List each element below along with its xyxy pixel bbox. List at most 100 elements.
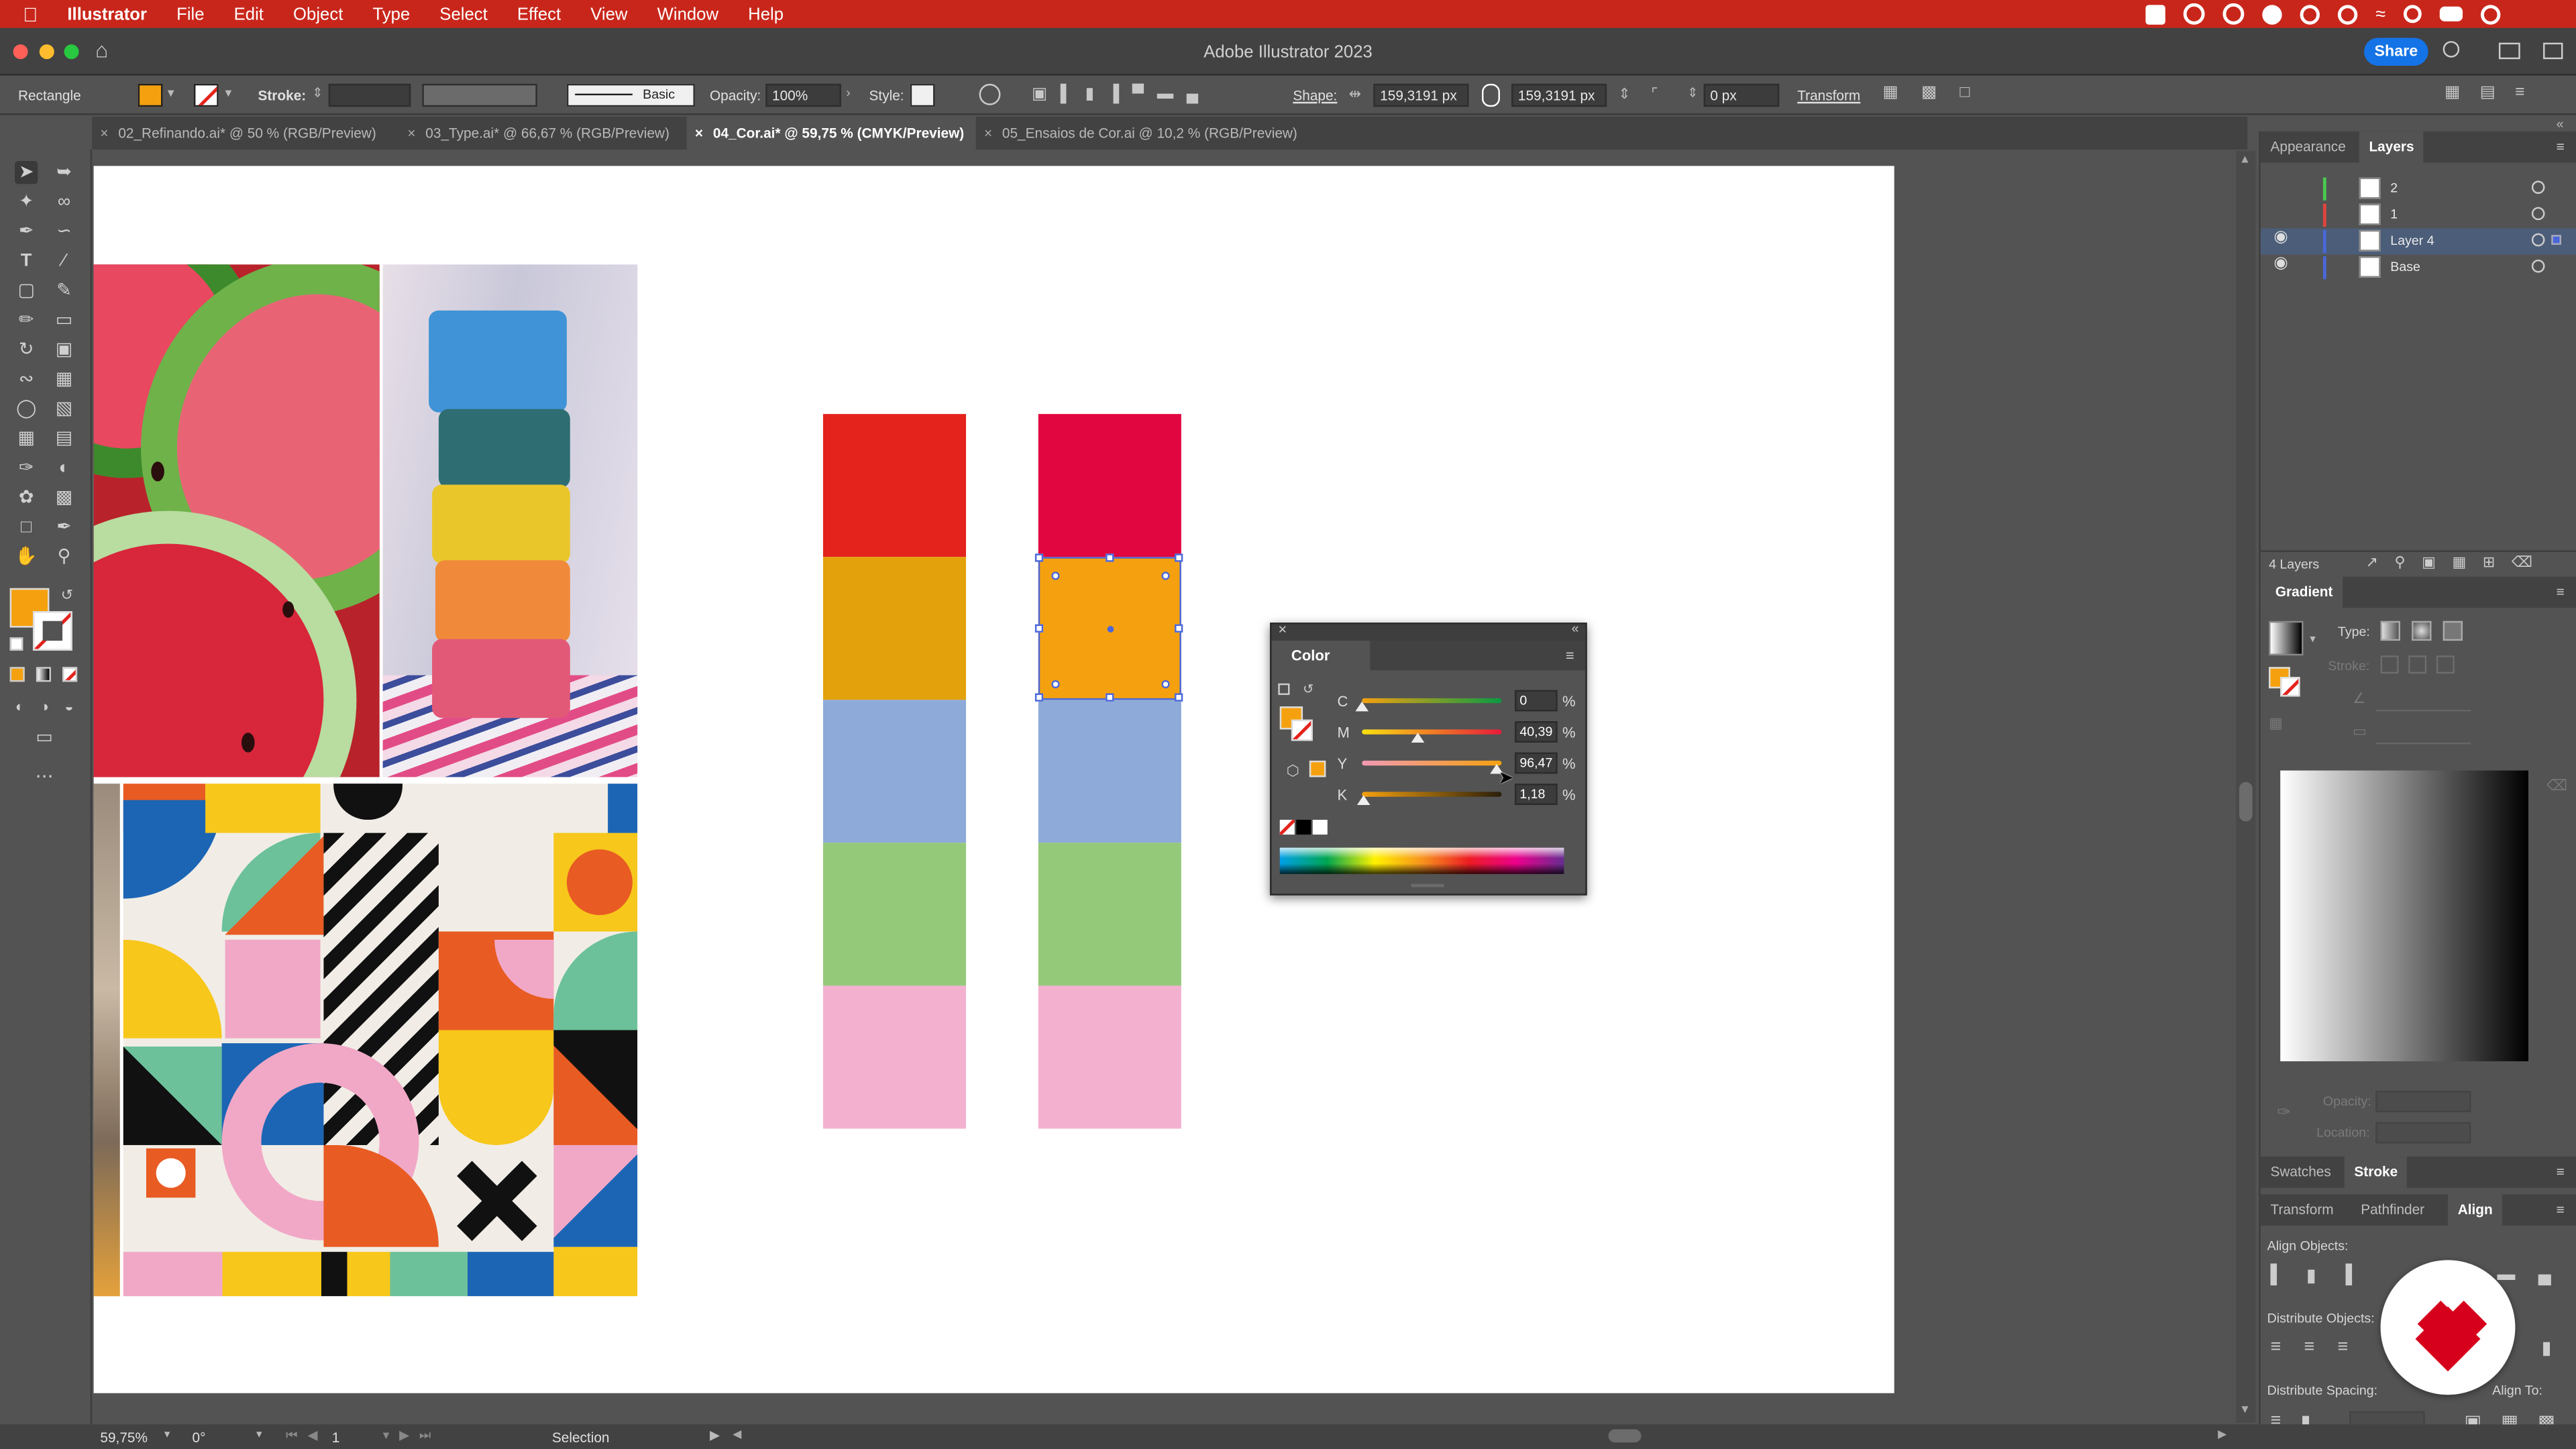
swatch-ochre[interactable] bbox=[822, 557, 967, 700]
panel-toggle-icon[interactable] bbox=[2543, 42, 2563, 60]
menu-edit[interactable]: Edit bbox=[219, 4, 278, 23]
magic-wand-tool-icon[interactable]: ✦ bbox=[15, 191, 38, 213]
corner-widget[interactable] bbox=[1051, 572, 1060, 580]
gradient-ramp-preview[interactable] bbox=[2280, 770, 2529, 1062]
swap-fill-stroke-icon[interactable]: ↺ bbox=[61, 586, 73, 604]
layer-name[interactable]: 2 bbox=[2390, 180, 2398, 195]
acrobat-icon[interactable] bbox=[2145, 4, 2165, 24]
scroll-left-arrow-icon[interactable]: ◀ bbox=[733, 1428, 741, 1441]
gradient-stroke-swatch[interactable] bbox=[2280, 676, 2300, 697]
close-panel-icon[interactable]: × bbox=[1278, 621, 1287, 637]
gradient-mode-icon[interactable] bbox=[36, 667, 51, 682]
corner-widget[interactable] bbox=[1161, 572, 1170, 580]
target-icon[interactable] bbox=[2531, 259, 2545, 273]
resize-handle[interactable] bbox=[1106, 553, 1114, 562]
gradient-panel-link-icon[interactable]: ▦ bbox=[2269, 714, 2283, 733]
layer-name[interactable]: 1 bbox=[2390, 207, 2398, 222]
pen-tool-icon[interactable]: ✒ bbox=[15, 220, 38, 243]
layer-row-base[interactable]: ◉ Base bbox=[2261, 255, 2576, 281]
align-panel-icon[interactable]: ▣ bbox=[1032, 85, 1047, 103]
stroke-along-icon[interactable] bbox=[2408, 655, 2427, 674]
dock-collapse-icon[interactable]: « bbox=[2557, 117, 2564, 131]
perspective-grid-tool-icon[interactable]: ▧ bbox=[52, 398, 75, 421]
panel-menu-icon[interactable]: ≡ bbox=[2557, 138, 2565, 154]
yellow-slider-track[interactable] bbox=[1362, 760, 1502, 766]
tab-ensaios[interactable]: × 05_Ensaios de Cor.ai @ 10,2 % (RGB/Pre… bbox=[976, 117, 1321, 150]
screen-mode-icon[interactable]: ▭ bbox=[33, 726, 56, 749]
resize-handle[interactable] bbox=[1034, 624, 1044, 633]
gradient-eyedropper-icon[interactable]: ✑ bbox=[2277, 1104, 2291, 1122]
panel-menu-icon[interactable]: ≡ bbox=[1566, 647, 1574, 663]
line-tool-icon[interactable]: ∕ bbox=[52, 250, 75, 272]
arrange-windows-icon[interactable]: ▤ bbox=[2480, 84, 2496, 102]
collect-export-icon[interactable]: ↗ bbox=[2366, 553, 2378, 572]
globe-icon[interactable] bbox=[2300, 4, 2320, 24]
fill-dropdown-chevron-icon[interactable]: ▾ bbox=[168, 85, 174, 100]
magenta-slider-track[interactable] bbox=[1362, 729, 1502, 735]
yellow-value-input[interactable]: 96,47 bbox=[1514, 752, 1558, 774]
eye-icon[interactable]: ◉ bbox=[2273, 228, 2288, 246]
panel-menu-icon[interactable]: ≡ bbox=[2557, 583, 2565, 599]
eraser-tool-icon[interactable]: ▭ bbox=[52, 309, 75, 331]
stroke-color-swatch[interactable] bbox=[32, 611, 72, 651]
draw-behind-icon[interactable]: ◑ bbox=[33, 695, 56, 718]
recolor-icon[interactable] bbox=[979, 83, 1001, 105]
new-layer-icon[interactable]: ⊞ bbox=[2483, 553, 2495, 572]
visibility-toggle[interactable] bbox=[2277, 205, 2292, 220]
new-sublayer-icon[interactable]: ▦ bbox=[2453, 553, 2467, 572]
align-horizontal-center-icon[interactable]: ▮ bbox=[2306, 1265, 2316, 1286]
align-bottom-icon[interactable]: ▄ bbox=[1187, 85, 1198, 103]
swatch-pink[interactable] bbox=[1038, 985, 1181, 1129]
distribute-vcenter-icon[interactable]: ≡ bbox=[2304, 1337, 2315, 1356]
tab-type[interactable]: × 03_Type.ai* @ 66,67 % (RGB/Preview) bbox=[399, 117, 688, 150]
status-expand-icon[interactable]: ▶ bbox=[710, 1428, 720, 1442]
horizontal-scrollbar[interactable]: ◀ ▶ bbox=[733, 1428, 2234, 1444]
cyan-value-input[interactable]: 0 bbox=[1514, 690, 1558, 712]
first-artboard-icon[interactable]: ⏮ bbox=[286, 1428, 298, 1444]
watermelon-photo[interactable] bbox=[93, 264, 380, 777]
menu-window[interactable]: Window bbox=[643, 4, 734, 23]
menu-type[interactable]: Type bbox=[358, 4, 425, 23]
selection-indicator[interactable] bbox=[2551, 235, 2561, 245]
align-bottom-edge-icon[interactable]: ▄ bbox=[2538, 1265, 2551, 1285]
rotate-tool-icon[interactable]: ↻ bbox=[15, 338, 38, 361]
draw-mode-icon[interactable]: ◐ bbox=[8, 695, 31, 718]
scroll-up-arrow-icon[interactable]: ▲ bbox=[2239, 154, 2251, 166]
delete-layer-icon[interactable]: ⌫ bbox=[2512, 553, 2532, 572]
last-artboard-icon[interactable]: ⏭ bbox=[419, 1428, 431, 1444]
app-menu[interactable]: Illustrator bbox=[52, 4, 162, 23]
shape-builder-tool-icon[interactable]: ◯ bbox=[15, 398, 38, 421]
layer-row-2[interactable]: 2 bbox=[2261, 176, 2576, 202]
corner-widget[interactable] bbox=[1051, 680, 1060, 689]
artboard-number[interactable]: 1 bbox=[332, 1430, 340, 1446]
gradient-tool-icon[interactable]: ▤ bbox=[52, 427, 75, 450]
variable-width-profile[interactable] bbox=[422, 83, 537, 107]
align-left-edge-icon[interactable]: ▌ bbox=[2271, 1265, 2284, 1287]
clipping-mask-icon[interactable]: ▣ bbox=[2422, 553, 2436, 572]
angle-input[interactable] bbox=[2375, 690, 2471, 712]
resize-handle[interactable] bbox=[1175, 553, 1183, 562]
resize-handle[interactable] bbox=[1175, 624, 1183, 633]
scale-tool-icon[interactable]: ▣ bbox=[52, 338, 75, 361]
close-tab-icon[interactable]: × bbox=[407, 117, 415, 150]
panel-menu-icon[interactable]: ≡ bbox=[2557, 1201, 2565, 1217]
width-input[interactable]: 159,3191 px bbox=[1373, 83, 1469, 107]
tab-gradient[interactable]: Gradient bbox=[2260, 576, 2343, 608]
color-panel[interactable]: × « Color ≡ ↺ ⬡ C 0 % M 40,39 % Y 96,47 … bbox=[1270, 621, 1587, 896]
menu-object[interactable]: Object bbox=[278, 4, 358, 23]
creative-cloud-icon[interactable] bbox=[2183, 3, 2205, 25]
tab-transform[interactable]: Transform bbox=[2261, 1194, 2343, 1226]
layer-name[interactable]: Base bbox=[2390, 260, 2420, 274]
align-left-icon[interactable]: ▌ bbox=[1061, 85, 1072, 103]
search-icon[interactable] bbox=[2443, 41, 2460, 58]
artboard-dropdown-chevron-icon[interactable]: ▾ bbox=[383, 1428, 390, 1444]
gradient-opacity-input[interactable] bbox=[2375, 1091, 2471, 1112]
puppet-warp-icon[interactable]: □ bbox=[1960, 84, 1970, 102]
resize-handle[interactable] bbox=[1175, 693, 1183, 702]
mesh-tool-icon[interactable]: ▦ bbox=[15, 427, 38, 450]
menu-select[interactable]: Select bbox=[425, 4, 502, 23]
stroke-swatch[interactable] bbox=[193, 83, 219, 107]
arrange-documents-icon[interactable]: ▦ bbox=[2445, 84, 2460, 102]
panel-menu-icon[interactable]: ≡ bbox=[2557, 1163, 2565, 1179]
stroke-weight-stepper[interactable]: ⇕ bbox=[312, 85, 323, 100]
